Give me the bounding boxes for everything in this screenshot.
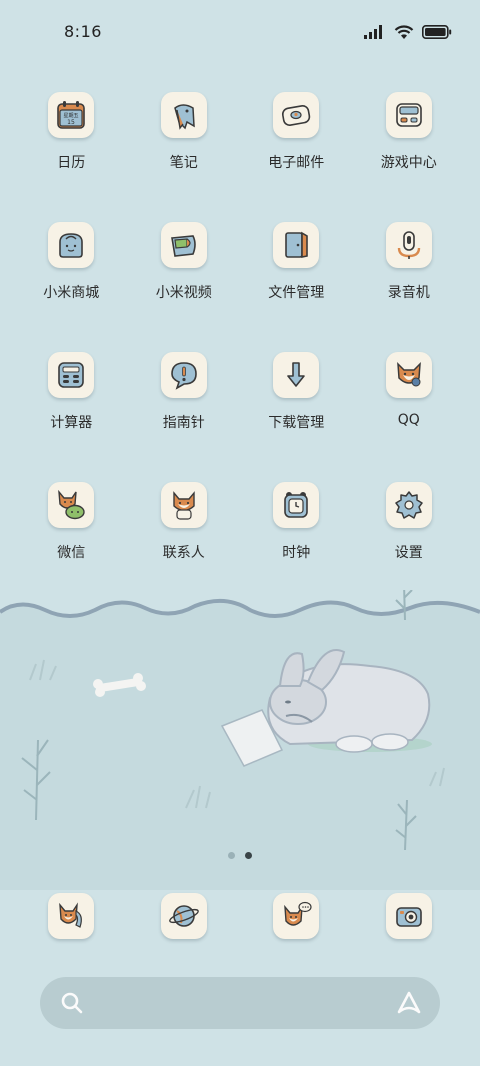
app-label: 指南针 bbox=[162, 415, 205, 431]
compass-icon[interactable] bbox=[160, 352, 207, 398]
app-label: 联系人 bbox=[162, 545, 205, 561]
app-label: 笔记 bbox=[169, 155, 198, 171]
app-contacts[interactable]: 联系人 bbox=[128, 482, 241, 578]
wechat-icon[interactable] bbox=[48, 482, 95, 528]
contacts-icon[interactable] bbox=[160, 482, 207, 528]
mi-video-icon[interactable] bbox=[160, 222, 207, 268]
app-download[interactable]: 下载管理 bbox=[240, 352, 353, 448]
app-label: 录音机 bbox=[387, 285, 430, 301]
browser-icon[interactable] bbox=[160, 893, 207, 939]
mi-store-icon[interactable] bbox=[48, 222, 95, 268]
email-icon[interactable] bbox=[273, 92, 320, 138]
notes-icon[interactable] bbox=[160, 92, 207, 138]
app-label: 日历 bbox=[57, 155, 86, 171]
app-label: 文件管理 bbox=[268, 285, 325, 301]
qq-icon[interactable] bbox=[385, 352, 432, 398]
battery-icon bbox=[422, 25, 452, 39]
calendar-icon[interactable]: 星期五 15 bbox=[48, 92, 95, 138]
wifi-icon bbox=[394, 24, 414, 39]
dock-browser[interactable] bbox=[128, 893, 241, 943]
app-label: 下载管理 bbox=[268, 415, 325, 431]
app-mi-store[interactable]: 小米商城 bbox=[15, 222, 128, 318]
dock bbox=[15, 893, 465, 943]
app-recorder[interactable]: 录音机 bbox=[353, 222, 466, 318]
app-file-manager[interactable]: 文件管理 bbox=[240, 222, 353, 318]
game-center-icon[interactable] bbox=[385, 92, 432, 138]
app-wechat[interactable]: 微信 bbox=[15, 482, 128, 578]
status-icons bbox=[364, 22, 452, 42]
app-settings[interactable]: 设置 bbox=[353, 482, 466, 578]
page-dot-2[interactable] bbox=[245, 852, 252, 859]
app-label: 计算器 bbox=[50, 415, 93, 431]
app-label: 游戏中心 bbox=[380, 155, 437, 171]
file-manager-icon[interactable] bbox=[273, 222, 320, 268]
dock-phone[interactable] bbox=[15, 893, 128, 943]
dock-camera[interactable] bbox=[353, 893, 466, 943]
app-calculator[interactable]: 计算器 bbox=[15, 352, 128, 448]
app-label: QQ bbox=[397, 412, 420, 428]
app-calendar[interactable]: 星期五 15 日历 bbox=[15, 92, 128, 188]
app-label: 电子邮件 bbox=[268, 155, 325, 171]
app-label: 时钟 bbox=[282, 545, 311, 561]
assistant-icon[interactable] bbox=[396, 990, 422, 1016]
camera-icon[interactable] bbox=[385, 893, 432, 939]
clock-icon[interactable] bbox=[273, 482, 320, 528]
app-label: 微信 bbox=[57, 545, 86, 561]
app-label: 设置 bbox=[394, 545, 423, 561]
status-time: 8:16 bbox=[64, 22, 102, 41]
calendar-date: 15 bbox=[67, 119, 75, 126]
app-game-center[interactable]: 游戏中心 bbox=[353, 92, 466, 188]
recorder-icon[interactable] bbox=[385, 222, 432, 268]
search-bar[interactable] bbox=[40, 977, 440, 1029]
page-indicator[interactable] bbox=[0, 852, 480, 859]
dock-messages[interactable] bbox=[240, 893, 353, 943]
app-compass[interactable]: 指南针 bbox=[128, 352, 241, 448]
search-icon[interactable] bbox=[60, 991, 84, 1015]
app-notes[interactable]: 笔记 bbox=[128, 92, 241, 188]
signal-icon bbox=[364, 25, 382, 39]
phone-icon[interactable] bbox=[48, 893, 95, 939]
download-icon[interactable] bbox=[273, 352, 320, 398]
app-label: 小米商城 bbox=[43, 285, 100, 301]
messages-icon[interactable] bbox=[273, 893, 320, 939]
settings-icon[interactable] bbox=[385, 482, 432, 528]
calculator-icon[interactable] bbox=[48, 352, 95, 398]
app-email[interactable]: 电子邮件 bbox=[240, 92, 353, 188]
app-label: 小米视频 bbox=[155, 285, 212, 301]
app-grid: 星期五 15 日历 笔记 电子邮件 游戏中心 小米商城 小米视频 文件管理 录音… bbox=[15, 92, 465, 578]
page-dot-1[interactable] bbox=[228, 852, 235, 859]
app-mi-video[interactable]: 小米视频 bbox=[128, 222, 241, 318]
wallpaper-scene bbox=[0, 590, 480, 890]
status-bar: 8:16 bbox=[0, 0, 480, 62]
app-clock[interactable]: 时钟 bbox=[240, 482, 353, 578]
app-qq[interactable]: QQ bbox=[353, 352, 466, 448]
